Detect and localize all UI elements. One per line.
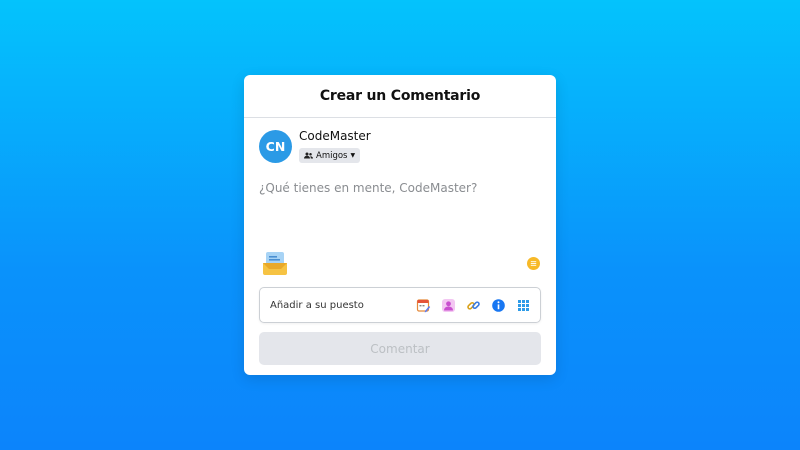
dialog-header: Crear un Comentario: [244, 75, 556, 118]
dialog-title: Crear un Comentario: [319, 88, 481, 104]
audience-label: Amigos: [316, 150, 348, 161]
audience-selector[interactable]: Amigos ▼: [299, 148, 361, 163]
grid-icon[interactable]: [516, 298, 531, 313]
author-meta: CodeMaster Amigos ▼: [299, 129, 371, 163]
add-to-post-bar[interactable]: Añadir a su puesto: [259, 287, 541, 323]
emoji-icon[interactable]: [527, 257, 540, 270]
create-comment-dialog: Crear un Comentario CN CodeMaster Amigos…: [244, 75, 556, 375]
comment-text-input[interactable]: [259, 181, 529, 195]
info-icon[interactable]: [491, 298, 506, 313]
friends-icon: [304, 152, 313, 159]
author-name[interactable]: CodeMaster: [299, 129, 371, 143]
comment-submit-button[interactable]: Comentar: [259, 332, 541, 365]
add-to-post-label: Añadir a su puesto: [270, 299, 364, 311]
avatar[interactable]: CN: [259, 130, 292, 163]
calendar-edit-icon[interactable]: [416, 298, 431, 313]
author-row: CN CodeMaster Amigos ▼: [259, 129, 371, 163]
chevron-down-icon: ▼: [350, 152, 356, 159]
link-icon[interactable]: [466, 298, 481, 313]
person-tag-icon[interactable]: [441, 298, 456, 313]
add-to-post-icons: [406, 298, 531, 313]
background-picker-icon[interactable]: [262, 251, 288, 275]
